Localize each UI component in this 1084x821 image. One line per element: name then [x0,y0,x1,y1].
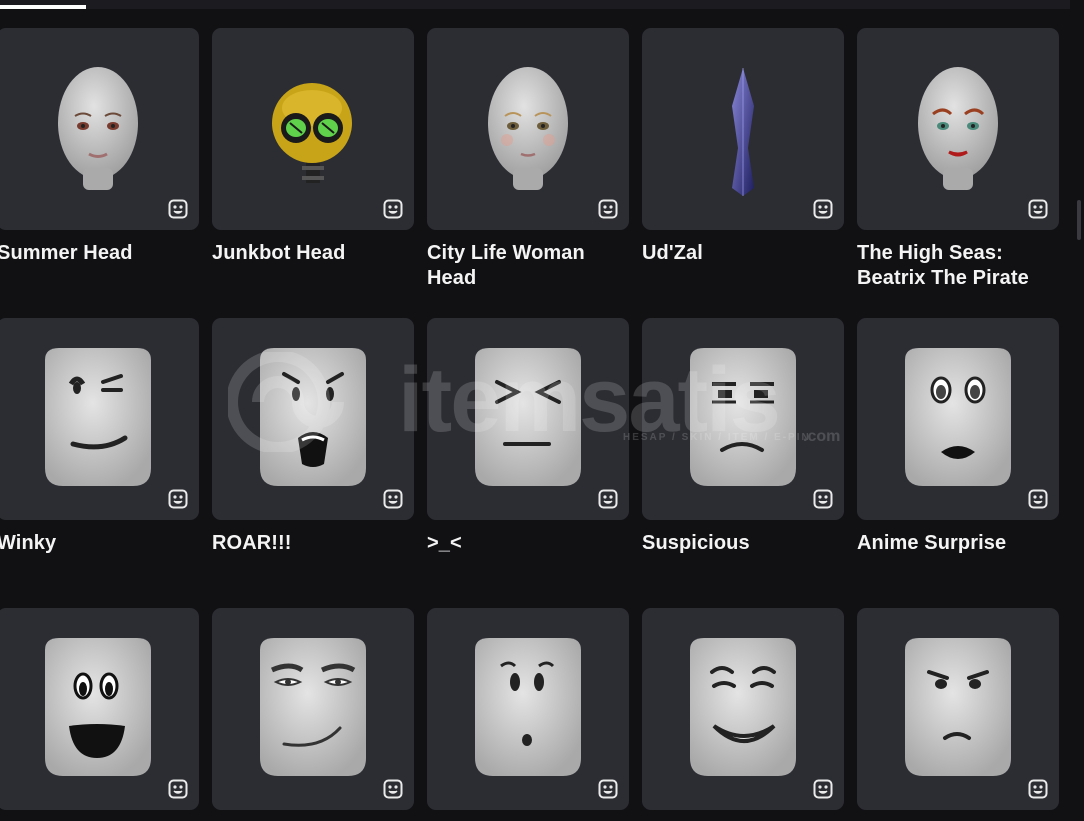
scrollbar-thumb[interactable] [1077,200,1081,240]
catalog-item[interactable]: Summer Head [0,28,199,266]
dynamic-head-icon [598,199,618,219]
item-thumbnail[interactable] [642,28,844,230]
active-tab-indicator [0,5,86,9]
item-thumbnail[interactable] [427,608,629,810]
dynamic-head-icon [598,489,618,509]
catalog-item[interactable] [212,608,414,821]
item-thumbnail[interactable] [427,318,629,520]
item-name[interactable]: ROAR!!! [212,531,414,556]
item-thumbnail[interactable] [857,318,1059,520]
item-name[interactable]: Anime Surprise [857,531,1059,556]
dynamic-head-icon [383,489,403,509]
item-thumbnail[interactable] [212,318,414,520]
item-thumbnail[interactable] [642,318,844,520]
item-thumbnail[interactable] [642,608,844,810]
item-thumbnail[interactable] [212,28,414,230]
dynamic-head-icon [168,779,188,799]
item-name[interactable]: Ud'Zal [642,241,844,266]
item-name[interactable]: Winky [0,531,199,556]
item-name[interactable]: >_< [427,531,629,556]
catalog-item[interactable]: Anime Surprise [857,318,1059,556]
item-thumbnail[interactable] [0,608,199,810]
dynamic-head-icon [1028,489,1048,509]
dynamic-head-icon [598,779,618,799]
dynamic-head-icon [168,489,188,509]
dynamic-head-icon [168,199,188,219]
catalog-item[interactable]: The High Seas: Beatrix The Pirate [857,28,1059,291]
catalog-item[interactable]: Junkbot Head [212,28,414,266]
item-name[interactable]: Summer Head [0,241,199,266]
dynamic-head-icon [813,199,833,219]
item-thumbnail[interactable] [427,28,629,230]
dynamic-head-icon [383,779,403,799]
catalog-item[interactable] [427,608,629,821]
catalog-item[interactable]: >_< [427,318,629,556]
dynamic-head-icon [813,779,833,799]
dynamic-head-icon [1028,199,1048,219]
catalog-item[interactable] [857,608,1059,821]
catalog-item[interactable]: Winky [0,318,199,556]
item-thumbnail[interactable] [857,28,1059,230]
catalog-item[interactable]: Suspicious [642,318,844,556]
catalog-item[interactable] [0,608,199,821]
dynamic-head-icon [1028,779,1048,799]
item-thumbnail[interactable] [212,608,414,810]
catalog-item[interactable]: City Life Woman Head [427,28,629,291]
item-name[interactable]: The High Seas: Beatrix The Pirate [857,241,1059,291]
dynamic-head-icon [383,199,403,219]
item-name[interactable]: Junkbot Head [212,241,414,266]
item-name[interactable]: City Life Woman Head [427,241,629,291]
catalog-item[interactable]: Ud'Zal [642,28,844,266]
scrollbar[interactable] [1070,0,1084,805]
tab-bar [0,0,1070,9]
item-thumbnail[interactable] [0,28,199,230]
dynamic-head-icon [813,489,833,509]
catalog-item[interactable]: ROAR!!! [212,318,414,556]
catalog-item[interactable] [642,608,844,821]
item-name[interactable]: Suspicious [642,531,844,556]
item-thumbnail[interactable] [857,608,1059,810]
item-thumbnail[interactable] [0,318,199,520]
